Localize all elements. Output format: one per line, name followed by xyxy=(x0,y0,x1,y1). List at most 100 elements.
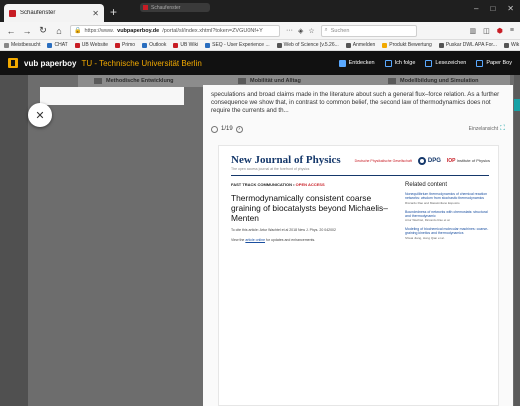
sidebar-icon[interactable]: ◫ xyxy=(483,27,490,35)
compass-icon xyxy=(338,59,346,67)
next-page-icon[interactable]: › xyxy=(235,125,243,133)
maximize-icon[interactable]: □ xyxy=(490,4,495,13)
related-item[interactable]: Modeling of biochemical molecular machin… xyxy=(405,227,491,240)
tab2-favicon-icon xyxy=(143,5,148,10)
related-authors: Artur Wachtel, Riccardo Rao et al. xyxy=(405,218,451,223)
related-authors: Shwai Jiang, Hong Qian et al. xyxy=(405,235,445,240)
library-icon[interactable]: ▥ xyxy=(470,27,477,35)
category-thumbnail-icon xyxy=(94,78,102,84)
back-arrow-icon[interactable]: ← xyxy=(6,26,16,36)
user-icon xyxy=(476,59,484,67)
bookmark-favicon-icon xyxy=(438,42,444,48)
article-type-label: FAST TRACK COMMUNICATION • xyxy=(231,182,295,187)
app-brand[interactable]: vub paperboy xyxy=(24,59,76,68)
minimize-icon[interactable]: – xyxy=(474,4,478,13)
bookmark-item[interactable]: UB Wiki xyxy=(173,42,198,48)
journal-subtitle: The open access journal at the forefront… xyxy=(231,167,310,171)
url-path: /portal/sl/index.xhtml?token=ZVGU0Nf+Y xyxy=(162,27,263,34)
bookmark-label: CHAT xyxy=(54,42,68,48)
bookmark-favicon-icon xyxy=(345,42,351,48)
app-nav-label: Entdecken xyxy=(348,60,375,66)
category-label: Modellbildung und Simulation xyxy=(400,78,479,84)
menu-icon[interactable]: ≡ xyxy=(510,27,514,35)
search-input[interactable]: ⌕ Suchen xyxy=(320,24,417,37)
related-title: Boundedness of networks with chemostats:… xyxy=(405,209,488,218)
bookmark-item[interactable]: Puskar DWL APA For... xyxy=(438,42,497,48)
forward-arrow-icon[interactable]: → xyxy=(22,26,32,36)
url-domain: vubpaperboy.de xyxy=(117,27,160,34)
bookmark-item[interactable]: Primo xyxy=(115,42,135,48)
bookmark-item[interactable]: Produkt Bewertung xyxy=(382,42,432,48)
related-content: Related content Nonequilibrium thermodyn… xyxy=(405,182,491,245)
iop-mark: IOP xyxy=(446,158,456,164)
bookmark-label: Meistbesucht xyxy=(11,42,41,48)
bookmark-item[interactable]: Web of Science [v.5.26... xyxy=(276,42,339,48)
related-title: Nonequilibrium thermodynamics of chemica… xyxy=(405,192,488,201)
related-item[interactable]: Nonequilibrium thermodynamics of chemica… xyxy=(405,192,491,205)
embed-view-label: Einzelansicht xyxy=(468,126,499,132)
view-suffix: for updates and enhancements. xyxy=(266,238,316,242)
app-nav-item[interactable]: Ich folge xyxy=(384,59,415,67)
app-nav-item[interactable]: Paper Boy xyxy=(476,59,512,67)
previous-page-icon[interactable] xyxy=(211,125,218,133)
ublock-icon[interactable]: ⬢ xyxy=(497,27,503,35)
app-nav-item[interactable]: Entdecken xyxy=(338,59,375,67)
bookmark-favicon-icon xyxy=(205,42,211,48)
bookmark-item[interactable]: Outlook xyxy=(142,42,166,48)
pdf-page[interactable]: New Journal of Physics The open access j… xyxy=(218,145,499,406)
tab-favicon-icon xyxy=(9,9,16,17)
home-icon[interactable]: ⌂ xyxy=(54,26,64,36)
iop-text: Institute of Physics xyxy=(456,158,490,163)
embed-view-link[interactable]: Einzelansicht ⛶ xyxy=(469,125,505,133)
article-online-link[interactable]: article online xyxy=(245,238,265,242)
view-prefix: View the xyxy=(231,238,245,242)
search-icon: ⌕ xyxy=(324,27,328,33)
journal-title: New Journal of Physics xyxy=(231,154,341,166)
bookmark-item[interactable]: SEQ - User Experience ... xyxy=(205,42,270,48)
app-nav-item[interactable]: Lesezeichen xyxy=(425,59,466,67)
citation-text: To cite this article: Artur Wachtel et a… xyxy=(231,228,336,232)
browser-tab-2[interactable]: Schaufenster xyxy=(140,3,210,12)
dpg-society-text: Deutsche Physikalische Gesellschaft xyxy=(354,159,412,163)
related-item[interactable]: Boundedness of networks with chemostats:… xyxy=(405,210,491,223)
dpg-text: DPG xyxy=(427,158,441,164)
bookmark-star-icon[interactable]: ☆ xyxy=(308,27,314,35)
bookmark-item[interactable]: CHAT xyxy=(47,42,68,48)
expand-icon: ⛶ xyxy=(500,125,505,132)
close-modal-button[interactable]: ✕ xyxy=(28,103,52,127)
new-tab-icon[interactable]: + xyxy=(110,5,117,19)
bookmark-item[interactable]: Anmelden xyxy=(345,42,376,48)
paperboy-logo-icon[interactable] xyxy=(8,58,18,68)
scroll-accent xyxy=(514,99,520,111)
lock-icon: 🔒 xyxy=(74,28,82,34)
bookmark-favicon-icon xyxy=(142,42,148,48)
star-icon xyxy=(384,59,392,67)
bookmark-label: UB Wiki xyxy=(180,42,199,48)
bookmark-favicon-icon xyxy=(173,42,179,48)
related-heading: Related content xyxy=(405,182,448,188)
pocket-icon[interactable]: ◈ xyxy=(298,27,303,35)
bookmark-item[interactable]: Meistbesucht xyxy=(4,42,40,48)
abstract-text: speculations and broad claims made in th… xyxy=(211,91,500,114)
bookmark-label: Web of Science [v.5.26... xyxy=(283,42,339,48)
address-bar[interactable]: 🔒 https://www. vubpaperboy.de/portal/sl/i… xyxy=(70,24,280,37)
bookmarks-bar: Meistbesucht CHAT UB Website Primo Outlook UB… xyxy=(0,40,520,51)
window-close-icon[interactable]: ✕ xyxy=(507,4,514,13)
bookmark-label: Produkt Bewertung xyxy=(389,42,432,48)
category-label: Mobilität und Alltag xyxy=(250,78,301,84)
bookmark-label: SEQ - User Experience ... xyxy=(212,42,270,48)
bookmark-item[interactable]: UB Website xyxy=(74,42,108,48)
browser-tab[interactable]: Schaufenster ✕ xyxy=(4,4,104,22)
browser-tab-bar: Schaufenster ✕ + Schaufenster – □ ✕ xyxy=(0,0,520,22)
bookmark-item[interactable]: Wik xyxy=(503,42,519,48)
bookmark-label: Anmelden xyxy=(352,42,376,48)
app-header: vub paperboy TU - Technische Universität… xyxy=(0,51,520,75)
reload-icon[interactable]: ↻ xyxy=(38,25,48,36)
tab-close-icon[interactable]: ✕ xyxy=(92,9,99,18)
bookmark-favicon-icon xyxy=(503,42,509,48)
tab-title: Schaufenster xyxy=(20,10,56,16)
right-gutter xyxy=(514,75,520,406)
publisher-logos: Deutsche Physikalische Gesellschaft DPG … xyxy=(355,157,490,165)
page-actions-icon[interactable]: ··· xyxy=(286,27,293,35)
bookmark-favicon-icon xyxy=(74,42,80,48)
